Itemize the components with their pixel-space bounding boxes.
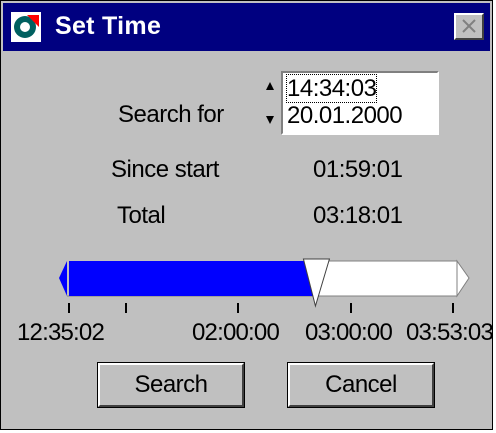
date-value[interactable]: 20.01.2000 [287, 102, 433, 129]
window-title: Set Time [55, 12, 162, 40]
search-button[interactable]: Search [97, 362, 245, 408]
app-icon [11, 12, 41, 42]
total-label: Total [117, 202, 166, 229]
timeline-slider[interactable] [1, 241, 496, 331]
timeline-elapsed-bar [69, 261, 314, 296]
time-value[interactable]: 14:34:03 [285, 74, 378, 103]
timeline-end-arrow[interactable] [456, 259, 470, 298]
set-time-dialog: Set Time Search for 14:34:03 20.01.2000 … [0, 0, 496, 430]
time-spinner[interactable] [259, 71, 279, 136]
timeline-tick-label: 03:00:00 [305, 319, 393, 346]
search-for-label: Search for [118, 101, 224, 128]
spin-down-icon[interactable] [263, 113, 277, 127]
timeline-end-label: 03:53:03 [406, 319, 494, 346]
timeline-start-label: 12:35:02 [17, 319, 105, 346]
title-bar[interactable]: Set Time [3, 3, 490, 51]
search-datetime-field[interactable]: 14:34:03 20.01.2000 [281, 71, 439, 135]
cancel-button[interactable]: Cancel [287, 362, 435, 408]
timeline-tick-label: 02:00:00 [192, 319, 280, 346]
close-button[interactable] [454, 13, 484, 40]
timeline-start-arrow[interactable] [59, 261, 67, 296]
close-icon [462, 19, 476, 33]
since-start-value: 01:59:01 [313, 156, 403, 183]
since-start-label: Since start [111, 156, 219, 183]
timeline-remaining-bar [312, 260, 458, 297]
spin-up-icon[interactable] [263, 79, 277, 93]
total-value: 03:18:01 [313, 202, 403, 229]
